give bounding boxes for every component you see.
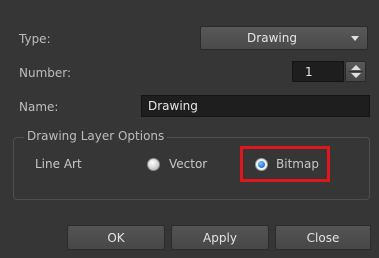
apply-button[interactable]: Apply (171, 225, 269, 250)
spinner-divider (348, 71, 363, 72)
type-dropdown[interactable]: Drawing (200, 26, 368, 50)
line-art-label: Line Art (35, 157, 82, 171)
chevron-down-icon (351, 36, 359, 41)
ok-button[interactable]: OK (67, 225, 165, 250)
vector-label[interactable]: Vector (169, 157, 207, 171)
name-label: Name: (19, 100, 59, 114)
close-button[interactable]: Close (275, 225, 371, 250)
group-title: Drawing Layer Options (24, 129, 168, 143)
number-label: Number: (19, 66, 72, 80)
bitmap-highlight-box (240, 146, 330, 182)
spin-down-icon[interactable] (351, 73, 361, 78)
name-input[interactable]: Drawing (141, 95, 370, 117)
drawing-layer-dialog: Type: Drawing Number: 1 Name: Drawing Dr… (0, 0, 379, 258)
number-spinner[interactable] (345, 61, 366, 82)
vector-radio[interactable] (147, 158, 160, 171)
type-dropdown-value: Drawing (247, 31, 297, 45)
number-input[interactable]: 1 (292, 61, 344, 82)
spin-up-icon[interactable] (351, 65, 361, 70)
type-label: Type: (19, 32, 51, 46)
